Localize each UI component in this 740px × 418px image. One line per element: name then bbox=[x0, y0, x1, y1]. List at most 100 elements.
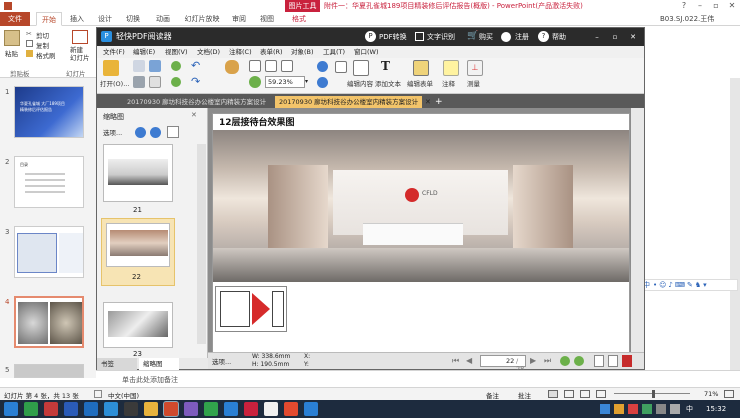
email-icon[interactable] bbox=[149, 60, 161, 72]
annotate-icon[interactable] bbox=[443, 60, 459, 76]
help-icon[interactable]: ? bbox=[538, 31, 549, 42]
tab-review[interactable]: 审阅 bbox=[228, 12, 250, 26]
edit-content-icon[interactable] bbox=[353, 60, 369, 76]
fit-page-icon[interactable] bbox=[281, 60, 293, 72]
tab-view[interactable]: 视图 bbox=[256, 12, 278, 26]
user-name[interactable]: B03.SJ.022.王伟 bbox=[660, 12, 714, 26]
pdf-convert-icon[interactable]: P bbox=[365, 31, 376, 42]
menu-object[interactable]: 对象(B) bbox=[291, 46, 314, 58]
hand-tool-icon[interactable] bbox=[225, 60, 239, 74]
redo-icon[interactable]: ↷ bbox=[191, 75, 200, 88]
menu-file[interactable]: 文件(F) bbox=[103, 46, 125, 58]
clock[interactable]: 15:32 bbox=[706, 402, 726, 416]
taskbar-ie-icon[interactable] bbox=[104, 402, 118, 416]
taskbar-pdf-reader-icon[interactable] bbox=[304, 402, 318, 416]
menu-comment[interactable]: 注释(C) bbox=[229, 46, 252, 58]
cut-icon[interactable]: ✂ bbox=[26, 30, 34, 38]
taskbar-app-14-icon[interactable] bbox=[284, 402, 298, 416]
taskbar-app-2-icon[interactable] bbox=[44, 402, 58, 416]
volume-icon[interactable] bbox=[670, 404, 680, 414]
tab-design[interactable]: 设计 bbox=[94, 12, 116, 26]
zoom-input[interactable]: 59.23% bbox=[265, 76, 305, 88]
taskbar-app-10-icon[interactable] bbox=[204, 402, 218, 416]
sidebar-scrollbar[interactable] bbox=[197, 144, 206, 344]
comments-toggle[interactable]: 批注 bbox=[518, 390, 531, 400]
pdf-maximize-icon[interactable]: ▫ bbox=[607, 28, 623, 46]
slide-thumbnail-2[interactable]: 目录 bbox=[14, 156, 84, 208]
menu-tools[interactable]: 工具(T) bbox=[323, 46, 345, 58]
taskbar-app-1-icon[interactable] bbox=[24, 402, 38, 416]
new-tab-icon[interactable]: + bbox=[435, 96, 443, 108]
taskbar-app-9-icon[interactable] bbox=[184, 402, 198, 416]
print-icon[interactable] bbox=[133, 76, 145, 88]
doc-tab-2-active[interactable]: 20170930 廊坊科技谷办公楼室内精装方案设计 bbox=[275, 96, 423, 108]
close-tab-icon[interactable]: ✕ bbox=[425, 96, 431, 108]
select-icon[interactable] bbox=[335, 61, 347, 73]
pdf-minimize-icon[interactable]: – bbox=[589, 28, 605, 46]
zoom-dropdown-icon[interactable]: ▾ bbox=[305, 76, 308, 88]
edit-content-button[interactable]: 编辑内容 bbox=[347, 78, 373, 88]
undo-icon[interactable]: ↶ bbox=[191, 59, 200, 72]
slide-thumbnail-4-selected[interactable] bbox=[14, 296, 84, 348]
ime-tool-icons[interactable]: •☺♪⌨✎♞▾ bbox=[653, 280, 709, 291]
sidebar-close-icon[interactable]: ✕ bbox=[191, 111, 197, 119]
tab-format[interactable]: 格式 bbox=[286, 12, 312, 26]
zoom-out-icon[interactable] bbox=[317, 77, 328, 88]
pdf-close-icon[interactable]: ✕ bbox=[625, 28, 641, 46]
ocr-icon[interactable] bbox=[415, 32, 424, 41]
annotate-button[interactable]: 注释 bbox=[442, 78, 455, 88]
forward-icon[interactable] bbox=[171, 77, 181, 87]
menu-view[interactable]: 视图(V) bbox=[165, 46, 188, 58]
ppt-right-scrollbar[interactable] bbox=[730, 78, 740, 370]
tab-bookmarks[interactable]: 书签 bbox=[97, 358, 137, 370]
taskbar-outlook-icon[interactable] bbox=[84, 402, 98, 416]
register-icon[interactable] bbox=[501, 32, 511, 42]
taskbar-explorer-icon[interactable] bbox=[144, 402, 158, 416]
slide-thumbnail-3[interactable] bbox=[14, 226, 84, 278]
last-page-icon[interactable]: ⏭ bbox=[544, 356, 551, 366]
next-page-icon[interactable]: ▶ bbox=[530, 356, 536, 366]
page-number-input[interactable]: 22 / 28 bbox=[480, 355, 526, 373]
doc-tab-1[interactable]: 20170930 廊坊科技谷办公楼室内精装方案设计 bbox=[123, 96, 270, 108]
save-icon[interactable] bbox=[133, 60, 145, 72]
tab-animations[interactable]: 动画 bbox=[152, 12, 174, 26]
cut-label[interactable]: 剪切 bbox=[36, 30, 49, 40]
network-icon[interactable] bbox=[656, 404, 666, 414]
slide-thumbnail-5[interactable] bbox=[14, 364, 84, 378]
measure-button[interactable]: 测量 bbox=[467, 78, 480, 88]
tray-icon-2[interactable] bbox=[614, 404, 624, 414]
back-icon[interactable] bbox=[171, 61, 181, 71]
open-folder-icon[interactable] bbox=[103, 60, 119, 76]
taskbar-powerpoint-icon[interactable] bbox=[164, 402, 178, 416]
prev-page-icon[interactable]: ◀ bbox=[466, 356, 472, 366]
maximize-icon[interactable]: ▫ bbox=[708, 0, 724, 12]
fit-width-icon[interactable] bbox=[265, 60, 277, 72]
tab-thumbnails[interactable]: 缩略图 bbox=[139, 358, 179, 370]
measure-icon[interactable]: ⊥ bbox=[467, 60, 483, 76]
copy-icon[interactable] bbox=[26, 40, 33, 47]
page-scrollbar[interactable] bbox=[631, 108, 644, 352]
menu-form[interactable]: 表单(R) bbox=[260, 46, 283, 58]
help-button[interactable]: 帮助 bbox=[552, 28, 566, 46]
tray-ime-lang[interactable]: 中 bbox=[686, 402, 693, 416]
taskbar-app-11-icon[interactable] bbox=[224, 402, 238, 416]
tab-transitions[interactable]: 切换 bbox=[122, 12, 144, 26]
slide-sorter-icon[interactable] bbox=[564, 390, 574, 398]
menu-document[interactable]: 文档(D) bbox=[197, 46, 220, 58]
rotate-icon[interactable] bbox=[249, 76, 261, 88]
reading-view-icon[interactable] bbox=[580, 390, 590, 398]
pdf-export-icon[interactable] bbox=[622, 355, 632, 367]
tray-icon-1[interactable] bbox=[600, 404, 610, 414]
add-text-button[interactable]: 添加文本 bbox=[375, 78, 401, 88]
tab-insert[interactable]: 插入 bbox=[66, 12, 88, 26]
scan-icon[interactable] bbox=[149, 76, 161, 88]
zoom-slider-thumb[interactable] bbox=[652, 390, 655, 398]
pdf-convert-button[interactable]: PDF转换 bbox=[379, 28, 407, 46]
format-painter-icon[interactable] bbox=[26, 50, 33, 57]
menu-window[interactable]: 窗口(W) bbox=[354, 46, 379, 58]
copy-label[interactable]: 复制 bbox=[36, 40, 49, 50]
notes-toggle[interactable]: 备注 bbox=[486, 390, 499, 400]
format-painter-label[interactable]: 格式刷 bbox=[36, 50, 56, 60]
new-slide-icon[interactable] bbox=[72, 30, 88, 44]
buy-button[interactable]: 购买 bbox=[479, 28, 493, 46]
